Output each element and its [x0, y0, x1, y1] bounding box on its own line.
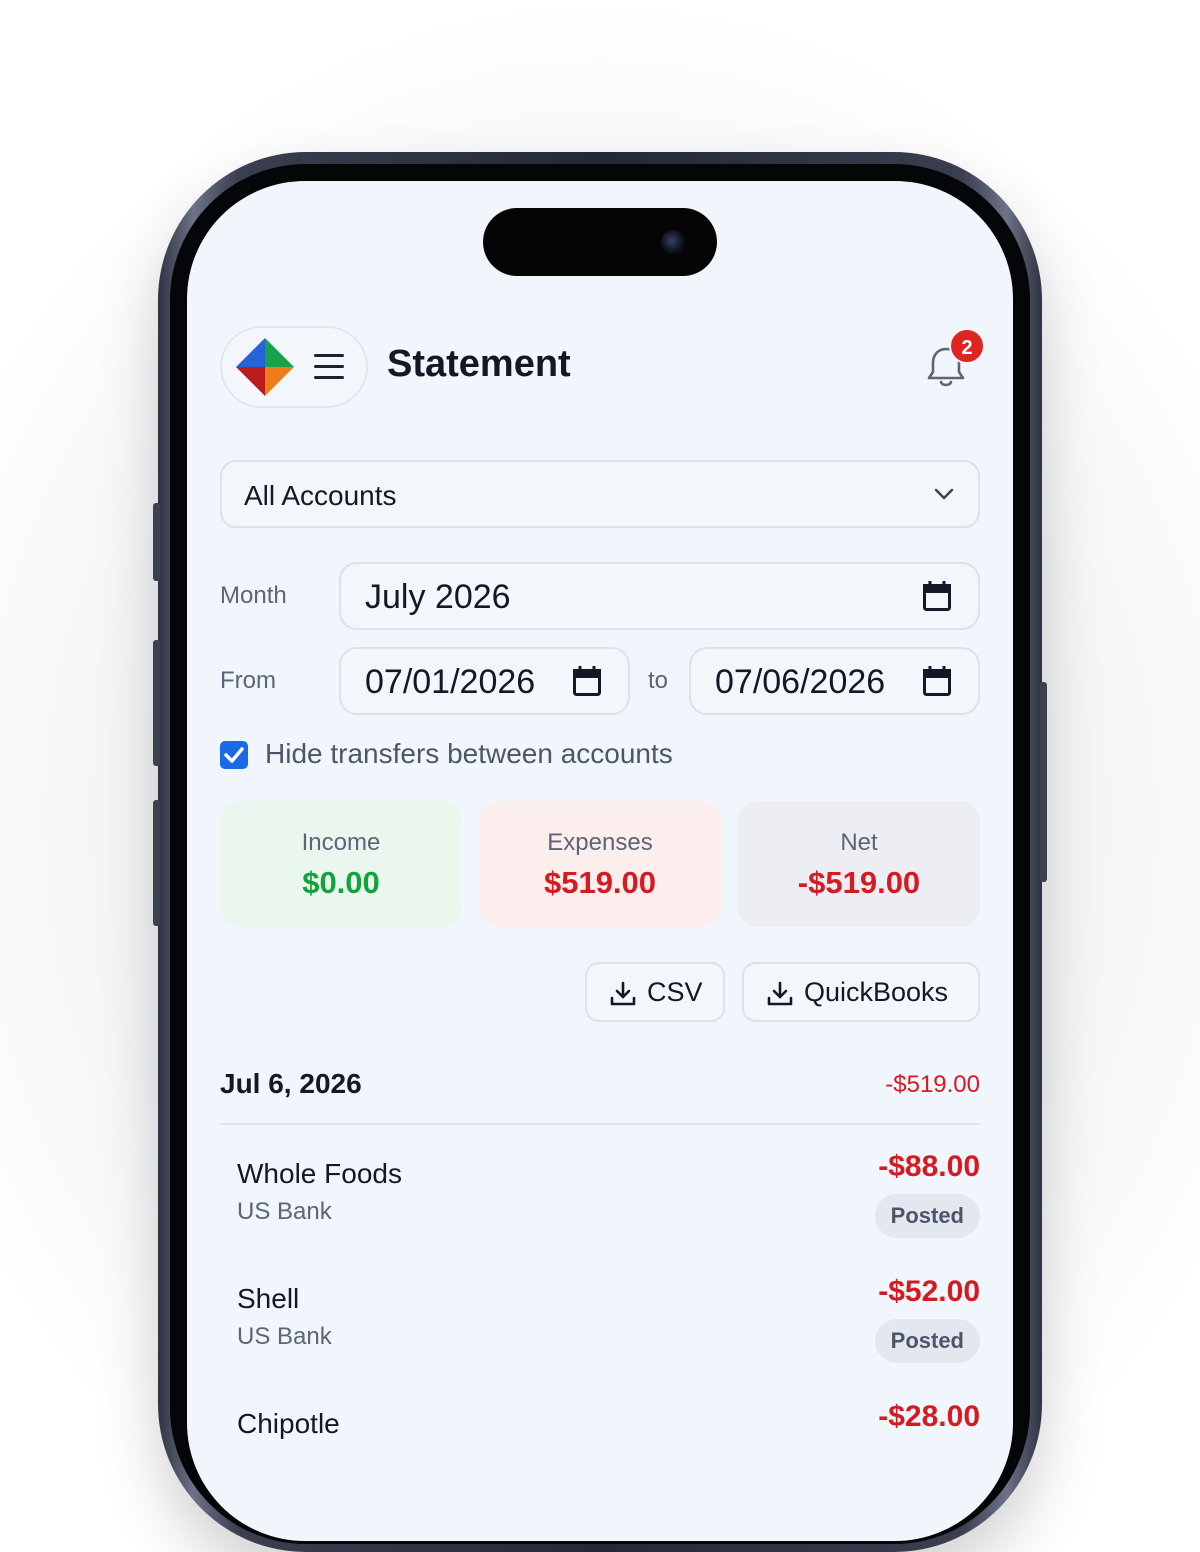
accounts-select[interactable]: All Accounts: [220, 460, 980, 528]
to-label: to: [648, 667, 669, 694]
notification-badge: 2: [949, 328, 985, 364]
hide-transfers-checkbox[interactable]: [220, 741, 248, 769]
income-card: Income $0.00: [220, 801, 462, 927]
page-title: Statement: [387, 343, 571, 385]
day-group-date: Jul 6, 2026: [220, 1068, 362, 1099]
transaction-amount: -$28.00: [878, 1400, 980, 1433]
month-input[interactable]: July 2026: [339, 562, 980, 630]
calendar-icon[interactable]: [572, 665, 602, 697]
download-icon: [610, 981, 636, 1006]
day-group-total: -$519.00: [885, 1071, 980, 1098]
checkbox-check-icon: [224, 747, 244, 763]
phone-screen: Statement 2 All Accounts Month July 2026…: [187, 181, 1013, 1541]
status-badge: Posted: [874, 1194, 980, 1238]
phone-power-button: [1040, 682, 1047, 882]
month-value: July 2026: [365, 578, 511, 616]
status-badge: Posted: [874, 1319, 980, 1363]
accounts-select-value: All Accounts: [244, 480, 397, 511]
transaction-account: US Bank: [237, 1198, 332, 1225]
net-value: -$519.00: [797, 865, 921, 900]
app-menu-button[interactable]: [220, 326, 368, 408]
transaction-amount: -$88.00: [878, 1150, 980, 1183]
transaction-row[interactable]: Whole Foods US Bank -$88.00 Posted: [220, 1150, 980, 1260]
transaction-name: Chipotle: [237, 1408, 340, 1439]
divider: [220, 1123, 980, 1125]
transaction-row[interactable]: Shell US Bank -$52.00 Posted: [220, 1275, 980, 1385]
transaction-amount: -$52.00: [878, 1275, 980, 1308]
dynamic-island: [483, 208, 717, 276]
download-icon: [767, 981, 793, 1006]
from-label: From: [220, 667, 276, 694]
phone-volume-up-button: [153, 640, 160, 766]
chevron-down-icon: [934, 488, 954, 500]
from-date-value: 07/01/2026: [365, 663, 536, 701]
hide-transfers-label[interactable]: Hide transfers between accounts: [265, 738, 673, 770]
phone-action-button: [153, 503, 160, 581]
transaction-row[interactable]: Chipotle -$28.00: [220, 1400, 980, 1510]
menu-icon: [314, 354, 344, 380]
transaction-name: Shell: [237, 1283, 300, 1314]
phone-volume-down-button: [153, 800, 160, 926]
expenses-value: $519.00: [543, 865, 657, 900]
income-value: $0.00: [302, 865, 380, 900]
transaction-account: US Bank: [237, 1323, 332, 1350]
export-quickbooks-label: QuickBooks: [804, 977, 949, 1007]
logo-icon: [236, 338, 294, 396]
export-csv-button[interactable]: CSV: [585, 962, 725, 1022]
expenses-card: Expenses $519.00: [479, 801, 721, 927]
export-csv-label: CSV: [647, 977, 703, 1007]
transaction-name: Whole Foods: [237, 1158, 402, 1189]
calendar-icon[interactable]: [922, 580, 952, 612]
net-label: Net: [840, 829, 878, 856]
to-date-input[interactable]: 07/06/2026: [689, 647, 980, 715]
net-card: Net -$519.00: [738, 801, 980, 927]
income-label: Income: [301, 829, 381, 856]
export-quickbooks-button[interactable]: QuickBooks: [742, 962, 980, 1022]
camera-icon: [661, 230, 685, 254]
month-label: Month: [220, 582, 287, 609]
calendar-icon[interactable]: [922, 665, 952, 697]
expenses-label: Expenses: [547, 829, 653, 856]
to-date-value: 07/06/2026: [715, 663, 886, 701]
from-date-input[interactable]: 07/01/2026: [339, 647, 630, 715]
